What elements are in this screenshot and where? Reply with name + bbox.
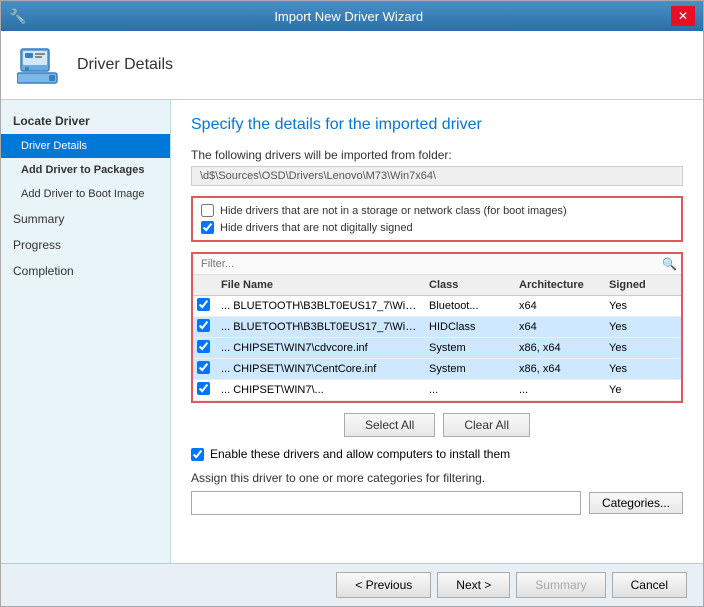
- footer: < Previous Next > Summary Cancel: [1, 563, 703, 606]
- row-signed-5: Ye: [605, 382, 665, 398]
- table-row: ... BLUETOOTH\B3BLT0EUS17_7\Win64\btwl2c…: [193, 296, 681, 317]
- row-filename-1: ... BLUETOOTH\B3BLT0EUS17_7\Win64\btwl2c…: [217, 298, 425, 314]
- row-check-2[interactable]: [193, 317, 217, 337]
- folder-label: The following drivers will be imported f…: [191, 148, 683, 162]
- table-action-buttons: Select All Clear All: [191, 413, 683, 437]
- col-signed: Signed: [605, 277, 665, 293]
- window-icon: 🔧: [9, 8, 26, 25]
- driver-icon: [17, 41, 65, 89]
- row-signed-2: Yes: [605, 319, 665, 335]
- row-class-1: Bluetoot...: [425, 298, 515, 314]
- previous-button[interactable]: < Previous: [336, 572, 431, 598]
- row-check-3[interactable]: [193, 338, 217, 358]
- filter-box: Hide drivers that are not in a storage o…: [191, 196, 683, 242]
- enable-label: Enable these drivers and allow computers…: [210, 447, 510, 461]
- sidebar-item-add-to-boot-image[interactable]: Add Driver to Boot Image: [1, 182, 170, 206]
- sidebar-item-summary[interactable]: Summary: [1, 206, 170, 232]
- row-signed-1: Yes: [605, 298, 665, 314]
- table-body[interactable]: ... BLUETOOTH\B3BLT0EUS17_7\Win64\btwl2c…: [193, 296, 681, 401]
- sidebar-item-add-to-packages[interactable]: Add Driver to Packages: [1, 158, 170, 182]
- categories-section: Assign this driver to one or more catego…: [191, 471, 683, 515]
- table-row: ... CHIPSET\WIN7\... ... ... Ye: [193, 380, 681, 401]
- folder-path: \d$\Sources\OSD\Drivers\Lenovo\M73\Win7x…: [191, 166, 683, 186]
- row-check-1[interactable]: [193, 296, 217, 316]
- header-title: Driver Details: [77, 56, 173, 74]
- row-arch-1: x64: [515, 298, 605, 314]
- col-class: Class: [425, 277, 515, 293]
- sidebar: Locate Driver Driver Details Add Driver …: [1, 100, 171, 563]
- row-class-2: HIDClass: [425, 319, 515, 335]
- row-arch-2: x64: [515, 319, 605, 335]
- hide-non-storage-checkbox[interactable]: [201, 204, 214, 217]
- row-check-5[interactable]: [193, 380, 217, 400]
- enable-checkbox[interactable]: [191, 448, 204, 461]
- table-header: File Name Class Architecture Signed: [193, 275, 681, 296]
- content-area: Specify the details for the imported dri…: [171, 100, 703, 563]
- row-arch-5: ...: [515, 382, 605, 398]
- enable-row: Enable these drivers and allow computers…: [191, 447, 683, 461]
- categories-row: Categories...: [191, 491, 683, 515]
- title-bar: 🔧 Import New Driver Wizard ✕: [1, 1, 703, 31]
- table-row: ... CHIPSET\WIN7\cdvcore.inf System x86,…: [193, 338, 681, 359]
- close-button[interactable]: ✕: [671, 6, 695, 26]
- table-row: ... BLUETOOTH\B3BLT0EUS17_7\Win64\btwrch…: [193, 317, 681, 338]
- sidebar-item-completion[interactable]: Completion: [1, 258, 170, 284]
- clear-all-button[interactable]: Clear All: [443, 413, 530, 437]
- row-signed-3: Yes: [605, 340, 665, 356]
- filter-row-2: Hide drivers that are not digitally sign…: [201, 221, 673, 234]
- next-button[interactable]: Next >: [437, 572, 510, 598]
- file-list-section: 🔍 File Name Class Architecture Signed ..…: [191, 252, 683, 403]
- main-window: 🔧 Import New Driver Wizard ✕ Driver Deta…: [0, 0, 704, 607]
- filter-input-row: 🔍: [193, 254, 681, 275]
- hide-non-storage-label: Hide drivers that are not in a storage o…: [220, 205, 567, 217]
- header-section: Driver Details: [1, 31, 703, 100]
- row-filename-5: ... CHIPSET\WIN7\...: [217, 382, 425, 398]
- table-row: ... CHIPSET\WIN7\CentCore.inf System x86…: [193, 359, 681, 380]
- categories-label: Assign this driver to one or more catego…: [191, 471, 683, 485]
- row-class-5: ...: [425, 382, 515, 398]
- col-arch: Architecture: [515, 277, 605, 293]
- sidebar-item-locate-driver[interactable]: Locate Driver: [1, 108, 170, 134]
- select-all-button[interactable]: Select All: [344, 413, 435, 437]
- sidebar-item-progress[interactable]: Progress: [1, 232, 170, 258]
- col-scroll: [665, 277, 681, 293]
- window-title: Import New Driver Wizard: [26, 9, 671, 24]
- col-filename: File Name: [217, 277, 425, 293]
- main-content: Locate Driver Driver Details Add Driver …: [1, 100, 703, 563]
- search-icon: 🔍: [662, 257, 677, 271]
- hide-unsigned-label: Hide drivers that are not digitally sign…: [220, 222, 413, 234]
- row-class-4: System: [425, 361, 515, 377]
- folder-section: The following drivers will be imported f…: [191, 148, 683, 186]
- hide-unsigned-checkbox[interactable]: [201, 221, 214, 234]
- filter-input[interactable]: [197, 256, 662, 272]
- summary-button[interactable]: Summary: [516, 572, 605, 598]
- row-check-4[interactable]: [193, 359, 217, 379]
- row-arch-3: x86, x64: [515, 340, 605, 356]
- categories-button[interactable]: Categories...: [589, 492, 683, 514]
- row-class-3: System: [425, 340, 515, 356]
- row-arch-4: x86, x64: [515, 361, 605, 377]
- row-filename-2: ... BLUETOOTH\B3BLT0EUS17_7\Win64\btwrch…: [217, 319, 425, 335]
- page-title: Specify the details for the imported dri…: [191, 116, 683, 134]
- row-filename-3: ... CHIPSET\WIN7\cdvcore.inf: [217, 340, 425, 356]
- row-signed-4: Yes: [605, 361, 665, 377]
- filter-row-1: Hide drivers that are not in a storage o…: [201, 204, 673, 217]
- cancel-button[interactable]: Cancel: [612, 572, 687, 598]
- sidebar-item-driver-details[interactable]: Driver Details: [1, 134, 170, 158]
- row-filename-4: ... CHIPSET\WIN7\CentCore.inf: [217, 361, 425, 377]
- categories-input[interactable]: [191, 491, 581, 515]
- col-check: [193, 277, 217, 293]
